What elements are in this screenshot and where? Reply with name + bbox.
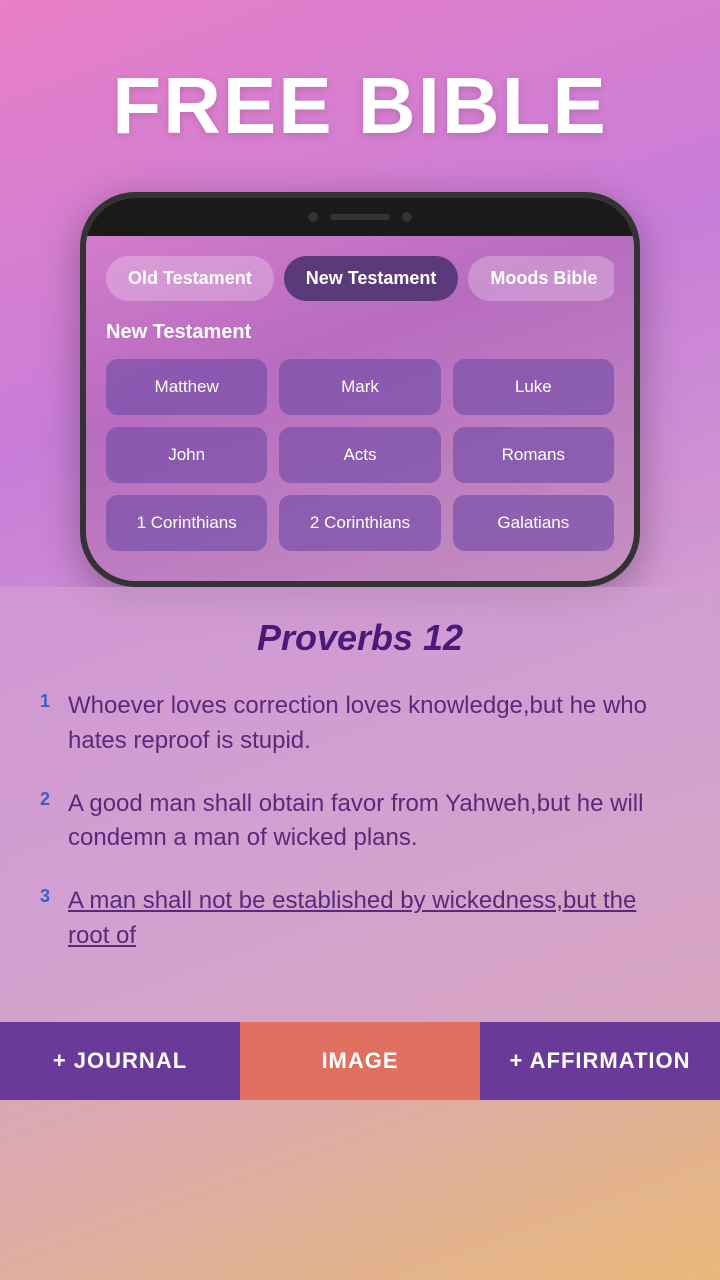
phone-content: Old Testament New Testament Moods Bible …: [86, 236, 634, 581]
header: FREE BIBLE: [0, 0, 720, 182]
book-grid: Matthew Mark Luke John Acts Romans 1 Cor…: [106, 359, 614, 551]
book-mark[interactable]: Mark: [279, 359, 440, 415]
book-1-corinthians[interactable]: 1 Corinthians: [106, 495, 267, 551]
camera-dot-1: [308, 212, 318, 222]
book-2-corinthians[interactable]: 2 Corinthians: [279, 495, 440, 551]
verse-panel: Proverbs 12 1 Whoever loves correction l…: [0, 587, 720, 1022]
verse-text-2: A good man shall obtain favor from Yahwe…: [68, 787, 680, 857]
book-luke[interactable]: Luke: [453, 359, 614, 415]
book-john[interactable]: John: [106, 427, 267, 483]
speaker-bar: [330, 214, 390, 220]
verse-3: 3 A man shall not be established by wick…: [40, 884, 680, 954]
verse-num-1: 1: [40, 689, 68, 712]
tab-moods-bible[interactable]: Moods Bible: [468, 256, 614, 301]
verse-num-2: 2: [40, 787, 68, 810]
tab-old-testament[interactable]: Old Testament: [106, 256, 274, 301]
verse-num-3: 3: [40, 884, 68, 907]
chapter-title: Proverbs 12: [40, 617, 680, 659]
phone-wrapper: Old Testament New Testament Moods Bible …: [0, 182, 720, 587]
phone-notch-bar: [86, 198, 634, 236]
camera-dot-2: [402, 212, 412, 222]
affirmation-button[interactable]: + AFFIRMATION: [480, 1022, 720, 1100]
journal-button[interactable]: + JOURNAL: [0, 1022, 240, 1100]
book-matthew[interactable]: Matthew: [106, 359, 267, 415]
book-galatians[interactable]: Galatians: [453, 495, 614, 551]
phone-notch: [280, 203, 440, 231]
verse-text-1: Whoever loves correction loves knowledge…: [68, 689, 680, 759]
phone-mockup: Old Testament New Testament Moods Bible …: [80, 192, 640, 587]
tab-new-testament[interactable]: New Testament: [284, 256, 459, 301]
verse-2: 2 A good man shall obtain favor from Yah…: [40, 787, 680, 857]
book-acts[interactable]: Acts: [279, 427, 440, 483]
section-label: New Testament: [106, 321, 614, 344]
verse-text-3: A man shall not be established by wicked…: [68, 884, 680, 954]
verse-1: 1 Whoever loves correction loves knowled…: [40, 689, 680, 759]
bottom-bar: + JOURNAL IMAGE + AFFIRMATION: [0, 1022, 720, 1100]
app-title: FREE BIBLE: [40, 60, 680, 152]
book-romans[interactable]: Romans: [453, 427, 614, 483]
tabs-row: Old Testament New Testament Moods Bible: [106, 256, 614, 301]
image-button[interactable]: IMAGE: [240, 1022, 480, 1100]
